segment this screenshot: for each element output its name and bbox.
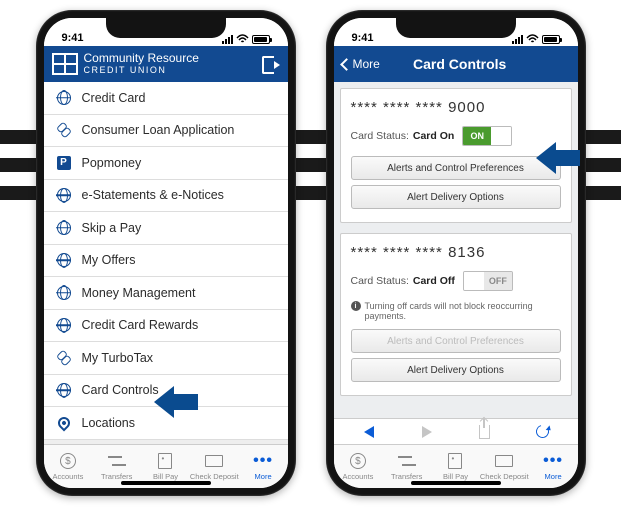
menu-item-skip-a-pay[interactable]: Skip a Pay: [44, 212, 288, 245]
menu-item-cc-rewards[interactable]: Credit Card Rewards: [44, 310, 288, 343]
globe-icon: [56, 252, 72, 268]
card-toggle[interactable]: ON: [462, 126, 512, 146]
tab-more[interactable]: •••More: [529, 445, 578, 488]
browser-forward-icon[interactable]: [419, 424, 435, 440]
signal-icon: [512, 35, 523, 44]
tab-accounts[interactable]: $Accounts: [44, 445, 93, 488]
alert-delivery-button[interactable]: Alert Delivery Options: [351, 185, 561, 209]
brand-logo-icon: [52, 53, 78, 75]
card-toggle[interactable]: OFF: [463, 271, 513, 291]
menu-item-consumer-loan[interactable]: Consumer Loan Application: [44, 115, 288, 148]
globe-icon: [56, 90, 72, 106]
billpay-icon: [445, 452, 465, 470]
alert-delivery-button[interactable]: Alert Delivery Options: [351, 358, 561, 382]
check-icon: [494, 452, 514, 470]
card-area: **** **** **** 9000 Card Status: Card On…: [334, 82, 578, 418]
nav-header: More Card Controls: [334, 46, 578, 82]
transfers-icon: [397, 452, 417, 470]
battery-icon: [252, 35, 270, 44]
check-icon: [204, 452, 224, 470]
page-title: Card Controls: [350, 56, 570, 72]
brand-title: Community Resource CREDIT UNION: [84, 52, 199, 76]
home-indicator: [411, 481, 501, 485]
menu-item-turbotax[interactable]: My TurboTax: [44, 342, 288, 375]
link-icon: [56, 122, 72, 138]
more-icon: •••: [543, 452, 563, 470]
menu-item-popmoney[interactable]: PPopmoney: [44, 147, 288, 180]
globe-icon: [56, 382, 72, 398]
menu-item-estatements[interactable]: e-Statements & e-Notices: [44, 180, 288, 213]
menu-item-credit-card[interactable]: Credit Card: [44, 82, 288, 115]
wifi-icon: [236, 34, 249, 44]
callout-arrow-icon: [536, 142, 580, 172]
status-bar: 9:41: [44, 18, 288, 46]
pin-icon: [56, 415, 72, 431]
alerts-preferences-button[interactable]: Alerts and Control Preferences: [351, 329, 561, 353]
battery-icon: [542, 35, 560, 44]
card-status-row: Card Status: Card On ON: [351, 126, 561, 146]
accounts-icon: $: [348, 452, 368, 470]
card-block: **** **** **** 8136 Card Status: Card Of…: [340, 233, 572, 396]
app-header: Community Resource CREDIT UNION: [44, 46, 288, 82]
globe-icon: [56, 187, 72, 203]
card-number: **** **** **** 9000: [351, 99, 561, 116]
alerts-preferences-button[interactable]: Alerts and Control Preferences: [351, 156, 561, 180]
globe-icon: [56, 317, 72, 333]
wifi-icon: [526, 34, 539, 44]
billpay-icon: [155, 452, 175, 470]
reload-icon[interactable]: [535, 424, 551, 440]
status-time: 9:41: [352, 32, 374, 44]
home-indicator: [121, 481, 211, 485]
tab-accounts[interactable]: $Accounts: [334, 445, 383, 488]
status-bar: 9:41: [334, 18, 578, 46]
logout-icon[interactable]: [262, 56, 280, 72]
transfers-icon: [107, 452, 127, 470]
tab-more[interactable]: •••More: [239, 445, 288, 488]
share-icon[interactable]: [477, 424, 493, 440]
phone-right: 9:41 More Card Controls **** **** **** 9…: [326, 10, 586, 496]
callout-arrow-icon: [154, 386, 198, 416]
link-icon: [56, 350, 72, 366]
more-icon: •••: [253, 452, 273, 470]
status-time: 9:41: [62, 32, 84, 44]
globe-icon: [56, 285, 72, 301]
accounts-icon: $: [58, 452, 78, 470]
signal-icon: [222, 35, 233, 44]
phone-left: 9:41 Community Resource CREDIT UNION Cre…: [36, 10, 296, 496]
globe-icon: [56, 220, 72, 236]
menu-item-my-offers[interactable]: My Offers: [44, 245, 288, 278]
card-status-row: Card Status: Card Off OFF: [351, 271, 561, 291]
browser-toolbar: [334, 418, 578, 444]
popmoney-icon: P: [56, 155, 72, 171]
card-number: **** **** **** 8136: [351, 244, 561, 261]
menu-item-money-mgmt[interactable]: Money Management: [44, 277, 288, 310]
card-off-note: Turning off cards will not block reoccur…: [351, 301, 561, 321]
browser-back-icon[interactable]: [361, 424, 377, 440]
